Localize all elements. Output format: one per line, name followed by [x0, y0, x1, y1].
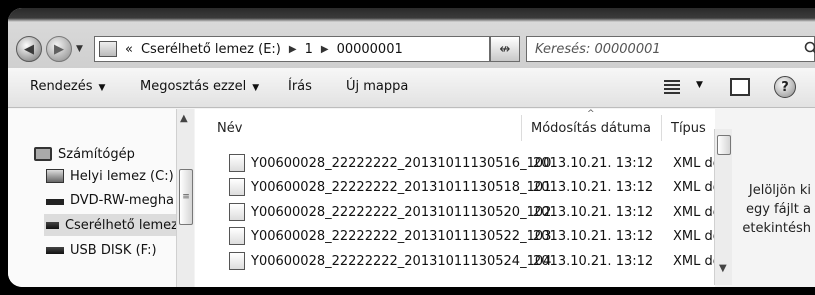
file-date: 2013.10.21. 13:12 — [533, 253, 654, 269]
refresh-icon: ↮ — [499, 41, 511, 57]
column-header-date-label: Módosítás dátuma — [531, 120, 651, 136]
xml-file-icon — [229, 252, 245, 270]
address-overflow[interactable]: « — [125, 42, 133, 57]
breadcrumb-drive[interactable]: Cserélhető lemez (E:) — [141, 42, 281, 57]
file-name: Y00600028_22222222_20131011130520_102 — [251, 204, 552, 220]
folder-icon — [99, 41, 117, 57]
file-row[interactable]: Y00600028_22222222_20131011130524_104 20… — [225, 250, 717, 272]
column-divider[interactable] — [661, 115, 662, 141]
column-header-date[interactable]: Módosítás dátuma — [531, 109, 665, 147]
file-type: XML do — [673, 155, 717, 171]
sidebar-item-label: Cserélhető lemez — [64, 217, 178, 233]
file-name: Y00600028_22222222_20131011130518_101 — [251, 179, 552, 195]
xml-file-icon — [229, 227, 245, 245]
back-button[interactable]: ◀ — [16, 36, 42, 62]
forward-arrow-icon: ▶ — [54, 41, 64, 57]
column-divider[interactable] — [521, 115, 522, 141]
xml-file-icon — [229, 178, 245, 196]
back-arrow-icon: ◀ — [24, 41, 34, 57]
navigation-bar: ◀ ▶ ▼ « Cserélhető lemez (E:) ▶ 1 ▶ 0000… — [8, 8, 815, 68]
navigation-pane: Számítógép Helyi lemez (C:) DVD-RW-megha… — [8, 109, 194, 287]
hard-disk-icon — [46, 169, 64, 183]
file-list-scroll-thumb[interactable] — [717, 135, 731, 155]
file-date: 2013.10.21. 13:12 — [533, 155, 654, 171]
removable-disk-icon — [46, 221, 59, 229]
sidebar-item-label: DVD-RW-megha — [70, 192, 175, 208]
address-bar[interactable]: « Cserélhető lemez (E:) ▶ 1 ▶ 00000001 — [94, 36, 490, 62]
sidebar-scroll-thumb[interactable]: ≡ — [179, 169, 193, 225]
command-toolbar: Rendezés ▼ Megosztás ezzel ▼ Írás Új mappa… — [8, 68, 815, 108]
file-row[interactable]: Y00600028_22222222_20131011130518_101 20… — [225, 176, 717, 198]
file-list: ^ Név Módosítás dátuma Típus Y00600028_2… — [195, 109, 732, 287]
view-options-icon[interactable] — [664, 80, 680, 94]
xml-file-icon — [229, 154, 245, 172]
sidebar-item-usb-disk[interactable]: USB DISK (F:) — [46, 239, 157, 261]
file-date: 2013.10.21. 13:12 — [533, 228, 654, 244]
chevron-down-icon: ▼ — [252, 83, 260, 93]
search-placeholder: Keresés: 00000001 — [535, 41, 661, 57]
sidebar-scrollbar[interactable]: ▲ ≡ — [176, 109, 194, 287]
file-row[interactable]: Y00600028_22222222_20131011130520_102 20… — [225, 201, 717, 223]
usb-disk-icon — [46, 246, 64, 254]
organize-menu-button[interactable]: Rendezés ▼ — [30, 79, 105, 94]
file-row[interactable]: Y00600028_22222222_20131011130522_103 20… — [225, 225, 717, 247]
preview-message-line: etekintésh — [742, 221, 811, 236]
new-folder-button[interactable]: Új mappa — [346, 79, 408, 94]
scroll-down-icon[interactable]: ▼ — [719, 263, 727, 274]
chevron-down-icon: ▼ — [98, 83, 106, 93]
share-label: Megosztás ezzel — [140, 79, 247, 94]
column-header-type-label: Típus — [671, 120, 706, 136]
dvd-drive-icon — [46, 199, 64, 205]
sidebar-item-label: USB DISK (F:) — [70, 242, 157, 258]
burn-button[interactable]: Írás — [288, 79, 312, 94]
preview-message-line: Jelöljön ki — [748, 183, 811, 198]
preview-pane-icon[interactable] — [730, 78, 750, 96]
column-header-name[interactable]: Név — [217, 109, 517, 147]
scroll-grip-icon: ≡ — [182, 192, 190, 202]
file-name: Y00600028_22222222_20131011130516_100 — [251, 155, 552, 171]
breadcrumb-folder-00000001[interactable]: 00000001 — [337, 42, 403, 57]
file-name: Y00600028_22222222_20131011130522_103 — [251, 228, 552, 244]
file-type: XML do — [673, 253, 717, 269]
forward-button[interactable]: ▶ — [46, 36, 72, 62]
organize-label: Rendezés — [30, 79, 93, 94]
breadcrumb-separator-icon[interactable]: ▶ — [289, 44, 297, 55]
help-icon[interactable]: ? — [774, 76, 796, 98]
file-row[interactable]: Y00600028_22222222_20131011130516_100 20… — [225, 152, 717, 174]
sidebar-item-local-disk-c[interactable]: Helyi lemez (C:) — [46, 165, 174, 187]
file-name: Y00600028_22222222_20131011130524_104 — [251, 253, 552, 269]
breadcrumb-separator-icon[interactable]: ▶ — [321, 44, 329, 55]
file-type: XML do — [673, 228, 717, 244]
refresh-button[interactable]: ↮ — [490, 36, 520, 62]
file-type: XML do — [673, 179, 717, 195]
sidebar-item-computer[interactable]: Számítógép — [34, 143, 135, 165]
window-frame: ◀ ▶ ▼ « Cserélhető lemez (E:) ▶ 1 ▶ 0000… — [0, 0, 815, 295]
chevron-down-icon[interactable]: ▼ — [696, 80, 703, 90]
xml-file-icon — [229, 203, 245, 221]
column-header-name-label: Név — [217, 120, 243, 136]
file-date: 2013.10.21. 13:12 — [533, 179, 654, 195]
file-date: 2013.10.21. 13:12 — [533, 204, 654, 220]
file-list-scrollbar[interactable]: ▼ — [714, 129, 732, 285]
column-header-type[interactable]: Típus — [671, 109, 715, 147]
sidebar-item-removable-disk[interactable]: Cserélhető lemez — [44, 214, 178, 236]
file-type: XML do — [673, 204, 717, 220]
breadcrumb-folder-1[interactable]: 1 — [305, 42, 313, 57]
computer-icon — [34, 147, 52, 161]
preview-message-line: egy fájlt a — [745, 202, 811, 217]
share-menu-button[interactable]: Megosztás ezzel ▼ — [140, 79, 259, 94]
sidebar-item-label: Helyi lemez (C:) — [70, 168, 174, 184]
recent-pages-chevron-icon[interactable]: ▼ — [76, 44, 83, 54]
search-icon[interactable] — [804, 41, 815, 57]
sidebar-item-dvd-drive[interactable]: DVD-RW-megha — [46, 189, 174, 211]
search-input[interactable]: Keresés: 00000001 — [526, 36, 815, 62]
preview-pane: Jelöljön ki egy fájlt a etekintésh — [733, 109, 815, 287]
explorer-window: ◀ ▶ ▼ « Cserélhető lemez (E:) ▶ 1 ▶ 0000… — [8, 8, 815, 287]
scroll-up-icon[interactable]: ▲ — [180, 113, 188, 124]
sidebar-item-label: Számítógép — [58, 146, 135, 162]
